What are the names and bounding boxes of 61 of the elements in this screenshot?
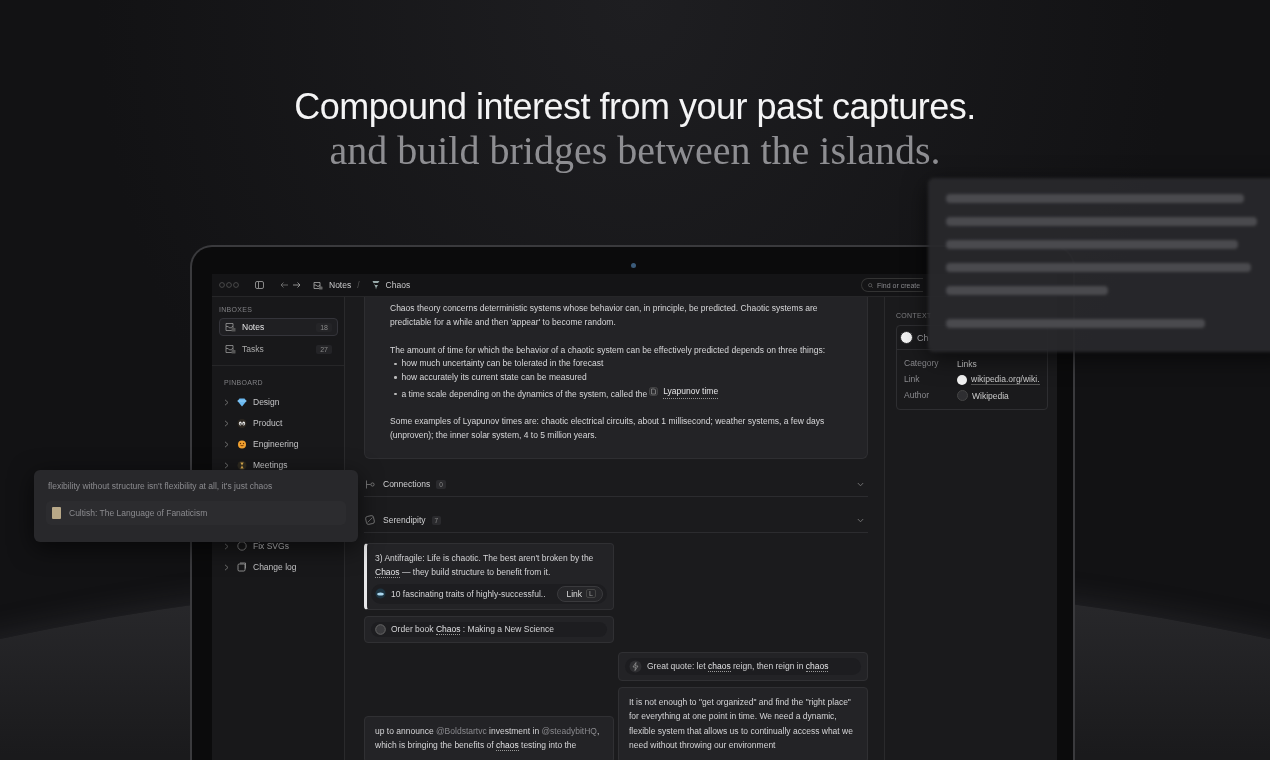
forward-arrow-icon[interactable]: [292, 282, 301, 288]
search-icon: [868, 281, 873, 289]
pinboard-item[interactable]: Design: [219, 395, 338, 409]
smiley-icon: [237, 439, 247, 449]
gem-icon: [237, 397, 247, 407]
sparkle-icon: [629, 659, 642, 673]
tornado-icon: [371, 280, 380, 290]
pinboard-item[interactable]: Fix SVGs: [219, 539, 338, 553]
breadcrumb-link[interactable]: Notes: [329, 280, 352, 290]
headline: Compound interest from your past captures.: [293, 86, 977, 128]
book-icon: [52, 507, 61, 519]
connection-icon: [365, 479, 375, 489]
source-pill: Cultish: The Language of Fanaticism: [46, 501, 346, 525]
note-icon: [649, 387, 659, 397]
back-arrow-icon[interactable]: [280, 282, 289, 288]
card-text: up to announce @Boldstartvc investment in @steadybitHQ, which is bringing the benefits of chaos testing into the: [375, 724, 601, 753]
task-checkbox[interactable]: [375, 623, 386, 635]
serendipity-card[interactable]: Great quote: let chaos reign, then reign in chaos: [618, 651, 868, 681]
card-text: It is not enough to "get organized" and find the "right place" for everything at one point in time. We need a dynamic, flexible system that allows us to continually access what we need without throwing our environment: [629, 695, 854, 753]
chevron-down-icon: [857, 517, 864, 523]
note-paragraph: The amount of time for which the behavior of a chaotic system can be effectively predicted depends on three things:: [390, 343, 826, 357]
property-value: Wikipedia: [972, 390, 1009, 401]
pinboard-item[interactable]: Change log: [219, 560, 338, 574]
w-logo-icon: [957, 390, 968, 401]
inbox-icon: [225, 344, 236, 354]
bullet-item: how accurately its current state can be measured: [394, 371, 853, 385]
serendipity-card[interactable]: up to announce @Boldstartvc investment in @steadybitHQ, which is bringing the benefits of chaos testing into the: [364, 715, 614, 760]
property-label: Category: [904, 357, 940, 370]
document-icon: [237, 562, 247, 572]
property-link[interactable]: wikipedia.org/wiki.: [971, 374, 1040, 385]
note-paragraph: Some examples of Lyapunov times are: chaotic electrical circuits, about 1 millisecond; weather systems, a few days (unproven); the inner solar system, 4 to 5 million years.: [390, 414, 826, 442]
card-text: 3) Antifragile: Life is chaotic. The best aren't broken by the Chaos — they build structure to benefit from it.: [375, 551, 595, 580]
card-title: Ch: [917, 332, 929, 343]
bullet-item: how much uncertainty can be tolerated in the forecast: [394, 357, 853, 371]
pinboard-item[interactable]: Engineering: [219, 437, 338, 451]
subheadline: and build bridges between the islands.: [328, 128, 942, 174]
inbox-icon: [313, 280, 323, 290]
property-label: Link: [904, 373, 921, 386]
bullet-item: a time scale depending on the dynamics of the system, called the Lyapunov time: [394, 384, 853, 401]
serendipity-card[interactable]: Order book Chaos : Making a New Science: [364, 615, 614, 643]
chevron-down-icon: [857, 481, 864, 487]
cloud-icon: [375, 588, 386, 600]
circle-icon: [237, 541, 247, 551]
property-value: Links: [957, 358, 977, 369]
property-label: Author: [904, 389, 931, 402]
w-logo-icon: [957, 374, 967, 385]
w-logo-icon: [900, 331, 913, 344]
eyes-icon: [237, 418, 247, 428]
note-paragraph: Chaos theory concerns deterministic systems whose behavior can, in principle, be predicted. Chaotic systems are predictable for a while and then 'appear' to become random.: [390, 302, 819, 329]
sidebar-toggle-icon[interactable]: [255, 281, 264, 289]
inbox-icon: [225, 322, 236, 332]
camera-dot: [631, 263, 636, 268]
dice-icon: [365, 515, 375, 526]
breadcrumb-separator: /: [357, 280, 360, 290]
breadcrumb-link[interactable]: Chaos: [385, 280, 411, 290]
pinboard-item[interactable]: Meetings: [219, 458, 338, 472]
card-text: Great quote: let chaos reign, then reign in chaos: [647, 661, 829, 672]
quote-text: flexibility without structure isn't flexibility at all, it's just chaos: [48, 481, 274, 491]
pinboard-item[interactable]: Product: [219, 416, 338, 430]
card-text: Order book Chaos : Making a New Science: [391, 624, 554, 635]
note-link[interactable]: Lyapunov time: [649, 384, 719, 400]
